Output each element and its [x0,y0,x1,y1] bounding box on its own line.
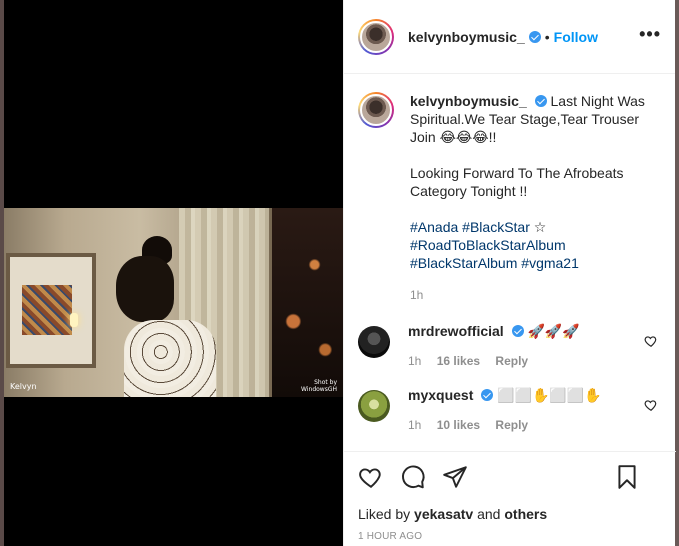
save-bookmark-icon[interactable] [614,464,640,490]
post-actions: Liked by yekasatv and others 1 HOUR AGO [344,451,676,546]
night-window [272,208,343,397]
comment-like-heart-icon[interactable] [644,334,658,348]
comment-text-line: myxquest ⬜⬜✋⬜⬜✋ [408,386,638,404]
post-timestamp[interactable]: 1 HOUR AGO [358,531,662,542]
comment-time: 1h [408,418,422,432]
comment-like-heart-icon[interactable] [644,398,658,412]
comment-likes[interactable]: 10 likes [437,418,480,432]
video-frame[interactable]: Kelvyn Shot by WindowsGH [4,208,343,397]
author-avatar-image [360,20,392,53]
more-options-icon[interactable]: ••• [639,25,661,43]
author-username[interactable]: kelvynboymusic_ [408,29,525,45]
comment-meta: 1h 16 likes Reply [408,352,638,370]
comment-text: 🚀🚀🚀 [527,323,580,339]
caption-avatar-image [360,94,392,126]
wall-picture-frame [6,253,96,368]
comments-list[interactable]: kelvynboymusic_ Last Night Was Spiritual… [344,74,676,451]
comment-bubble-icon[interactable] [400,464,426,490]
caption-time: 1h [410,288,424,302]
separator-dot: • [544,28,550,45]
comment-body: mrdrewofficial 🚀🚀🚀 1h 16 likes Reply [408,322,638,370]
liked-by-others[interactable]: others [504,506,547,522]
liked-by-user[interactable]: yekasatv [414,506,473,522]
comment-text: ⬜⬜✋⬜⬜✋ [497,387,602,403]
hashtag-blackstaralbum[interactable]: #BlackStarAlbum [410,255,517,271]
comment-likes[interactable]: 16 likes [437,354,480,368]
comment-username[interactable]: myxquest [408,387,473,403]
comment-row: myxquest ⬜⬜✋⬜⬜✋ 1h 10 likes Reply [344,386,676,434]
comment-reply-button[interactable]: Reply [495,418,528,432]
comment-avatar[interactable] [358,390,390,422]
verified-badge-icon [528,30,541,43]
person-head [116,256,174,322]
comment-verified-badge-icon [511,325,524,337]
person-shirt [124,320,216,397]
comment-body: myxquest ⬜⬜✋⬜⬜✋ 1h 10 likes Reply [408,386,638,434]
caption-hashtags-1: #Anada #BlackStar ☆ [410,218,650,236]
share-paper-plane-icon[interactable] [442,464,468,490]
comment-meta: 1h 10 likes Reply [408,416,638,434]
liked-by-prefix: Liked by [358,506,411,522]
caption-avatar[interactable] [358,92,394,128]
hashtag-roadtoblackstaralbum[interactable]: #RoadToBlackStarAlbum [410,237,566,253]
liked-by-summary: Liked by yekasatv and others [358,506,662,522]
comment-verified-badge-icon [481,389,494,401]
caption-hashtags-3: #BlackStarAlbum #vgma21 [410,254,650,272]
caption-line1: kelvynboymusic_ Last Night Was Spiritual… [410,92,650,146]
watermark-right-line1: Shot by [314,379,337,386]
author-avatar[interactable] [358,18,394,55]
caption-username[interactable]: kelvynboymusic_ [410,93,527,109]
comment-reply-button[interactable]: Reply [495,354,528,368]
watermark-right: Shot by WindowsGH [301,379,337,393]
action-icons-row [358,464,662,490]
hashtag-vgma21[interactable]: #vgma21 [521,255,579,271]
comment-time: 1h [408,354,422,368]
comment-row: mrdrewofficial 🚀🚀🚀 1h 16 likes Reply [344,322,676,370]
comment-text-line: mrdrewofficial 🚀🚀🚀 [408,322,638,340]
comment-avatar[interactable] [358,326,390,358]
lamp-light [70,313,78,327]
star-symbol: ☆ [533,219,547,235]
post-side-panel: kelvynboymusic_ • Follow ••• kelvynboymu… [343,0,676,546]
follow-button[interactable]: Follow [554,29,598,45]
post-header: kelvynboymusic_ • Follow ••• [344,0,675,74]
watermark-right-line2: WindowsGH [301,386,337,393]
comment-username[interactable]: mrdrewofficial [408,323,504,339]
wall-picture-art [22,285,72,335]
caption-hashtags-2: #RoadToBlackStarAlbum [410,236,650,254]
post-caption: kelvynboymusic_ Last Night Was Spiritual… [344,74,676,304]
liked-by-and: and [477,506,501,522]
post-media[interactable]: Kelvyn Shot by WindowsGH [4,0,343,546]
hashtag-anada[interactable]: #Anada [410,219,458,235]
caption-body: kelvynboymusic_ Last Night Was Spiritual… [410,92,650,304]
hashtag-blackstar[interactable]: #BlackStar [462,219,530,235]
caption-verified-badge-icon [534,95,547,107]
watermark-left: Kelvyn [10,382,37,391]
caption-text-2: Looking Forward To The Afrobeats Categor… [410,165,624,199]
like-heart-icon[interactable] [358,464,384,490]
